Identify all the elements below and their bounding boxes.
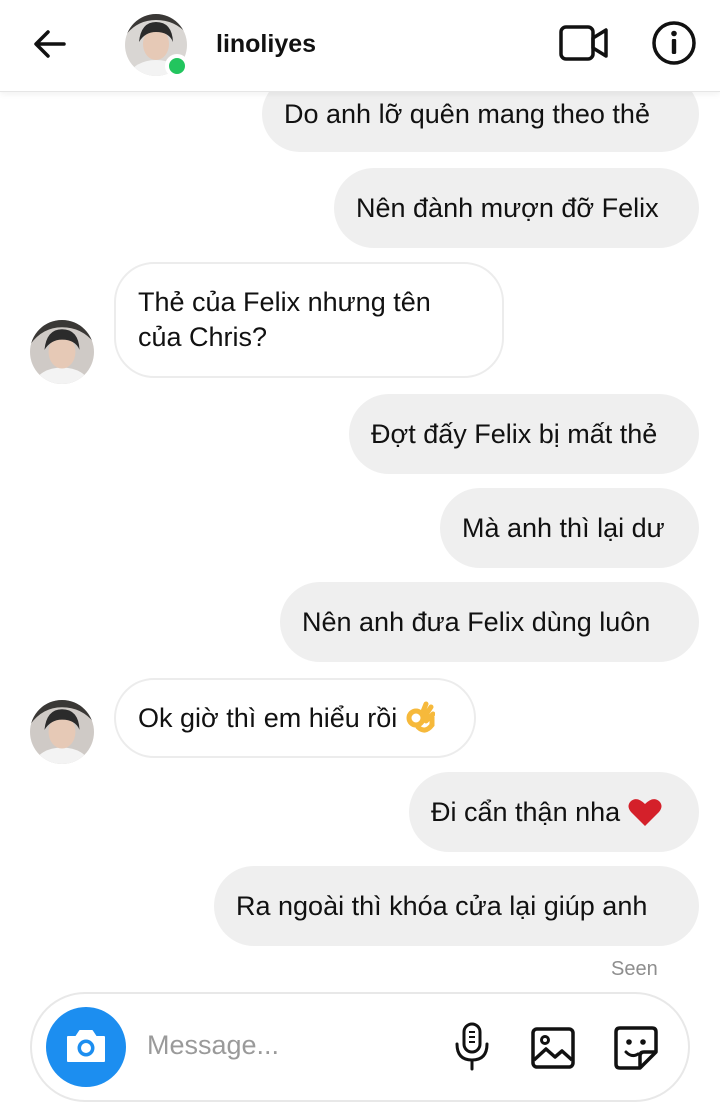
message-text: Nên anh đưa Felix dùng luôn bbox=[302, 606, 651, 637]
camera-button[interactable] bbox=[46, 1007, 126, 1087]
message-bubble-incoming[interactable]: Thẻ của Felix nhưng tên của Chris? bbox=[114, 262, 504, 378]
online-status-dot bbox=[165, 54, 189, 78]
gallery-icon[interactable] bbox=[530, 1026, 576, 1070]
message-text: Đi cẩn thận nha bbox=[431, 796, 621, 827]
chat-username[interactable]: linoliyes bbox=[216, 30, 316, 59]
avatar[interactable] bbox=[125, 14, 189, 78]
video-call-icon[interactable] bbox=[558, 22, 610, 64]
message-bubble-outgoing[interactable]: Đi cẩn thận nha bbox=[409, 772, 699, 852]
red-heart-emoji bbox=[628, 799, 662, 826]
message-bubble-outgoing[interactable]: Do anh lỡ quên mang theo thẻ bbox=[262, 92, 699, 152]
camera-icon bbox=[67, 1030, 105, 1062]
chat-header: linoliyes bbox=[0, 0, 720, 92]
message-input[interactable]: Message... bbox=[147, 1030, 279, 1061]
message-thread: Do anh lỡ quên mang theo thẻ Nên đành mư… bbox=[0, 92, 720, 992]
message-text: Đợt đấy Felix bị mất thẻ bbox=[371, 418, 658, 449]
microphone-icon[interactable] bbox=[452, 1022, 492, 1072]
profile-photo-icon bbox=[30, 320, 94, 384]
sticker-icon[interactable] bbox=[612, 1024, 660, 1072]
message-text: Thẻ của Felix nhưng tên của Chris? bbox=[138, 287, 431, 352]
message-text: Nên đành mượn đỡ Felix bbox=[356, 192, 659, 223]
message-composer: Message... bbox=[30, 992, 690, 1102]
sender-avatar[interactable] bbox=[30, 320, 94, 384]
sender-avatar[interactable] bbox=[30, 700, 94, 764]
info-icon[interactable] bbox=[651, 20, 697, 66]
message-text: Ok giờ thì em hiểu rồi bbox=[138, 702, 398, 733]
seen-status: Seen bbox=[611, 958, 658, 980]
message-bubble-outgoing[interactable]: Mà anh thì lại dư bbox=[440, 488, 699, 568]
message-text: Do anh lỡ quên mang theo thẻ bbox=[284, 98, 650, 129]
message-text: Mà anh thì lại dư bbox=[462, 512, 665, 543]
message-bubble-outgoing[interactable]: Ra ngoài thì khóa cửa lại giúp anh bbox=[214, 866, 699, 946]
profile-photo-icon bbox=[30, 700, 94, 764]
message-bubble-outgoing[interactable]: Nên đành mượn đỡ Felix bbox=[334, 168, 699, 248]
message-text: Ra ngoài thì khóa cửa lại giúp anh bbox=[236, 890, 648, 921]
ok-hand-emoji bbox=[406, 701, 436, 733]
message-bubble-outgoing[interactable]: Nên anh đưa Felix dùng luôn bbox=[280, 582, 699, 662]
message-bubble-incoming[interactable]: Ok giờ thì em hiểu rồi bbox=[114, 678, 476, 758]
message-bubble-outgoing[interactable]: Đợt đấy Felix bị mất thẻ bbox=[349, 394, 699, 474]
back-arrow-icon[interactable] bbox=[28, 22, 72, 66]
